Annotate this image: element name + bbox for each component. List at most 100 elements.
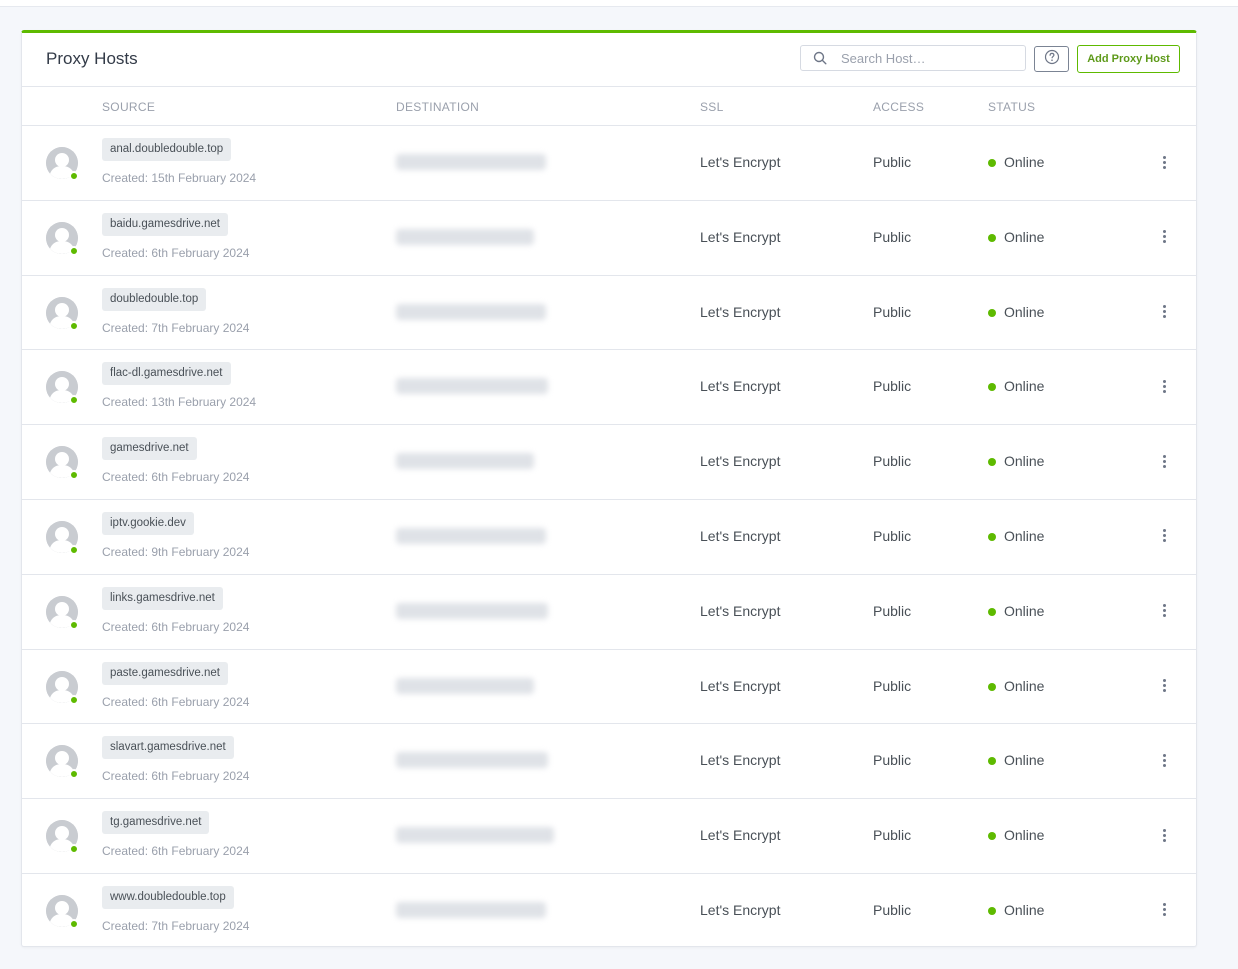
source-domain-tag[interactable]: links.gamesdrive.net <box>102 586 223 610</box>
search-box[interactable] <box>800 45 1026 71</box>
row-actions-button[interactable] <box>1156 225 1172 249</box>
column-header-ssl[interactable]: SSL <box>700 100 724 114</box>
more-vertical-icon <box>1162 604 1166 608</box>
access-level: Public <box>873 901 912 918</box>
access-level: Public <box>873 453 912 470</box>
table-row[interactable]: gamesdrive.net Created: 6th February 202… <box>22 425 1196 500</box>
table-row[interactable]: tg.gamesdrive.net Created: 6th February … <box>22 799 1196 874</box>
online-indicator <box>69 918 79 929</box>
more-vertical-icon-dot <box>1162 758 1166 762</box>
table-row[interactable]: anal.doubledouble.top Created: 15th Febr… <box>22 126 1196 201</box>
more-vertical-icon <box>1162 454 1166 458</box>
ssl-provider: Let's Encrypt <box>700 677 781 694</box>
more-vertical-icon <box>1162 379 1166 383</box>
source-domain-tag[interactable]: flac-dl.gamesdrive.net <box>102 362 231 386</box>
search-icon <box>813 51 827 65</box>
ssl-provider: Let's Encrypt <box>700 228 781 245</box>
created-date: Created: 15th February 2024 <box>102 171 257 185</box>
row-actions-button[interactable] <box>1156 300 1172 324</box>
table-row[interactable]: doubledouble.top Created: 7th February 2… <box>22 276 1196 351</box>
more-vertical-icon <box>1162 828 1166 832</box>
source-domain-tag[interactable]: baidu.gamesdrive.net <box>102 212 228 236</box>
table-row[interactable]: www.doubledouble.top Created: 7th Februa… <box>22 874 1196 949</box>
more-vertical-icon <box>1162 155 1166 159</box>
row-actions-button[interactable] <box>1156 374 1172 398</box>
destination-redacted <box>396 752 548 769</box>
help-button[interactable] <box>1034 46 1069 72</box>
more-vertical-icon-dot <box>1162 235 1166 239</box>
online-indicator <box>69 694 79 705</box>
source-domain-tag[interactable]: tg.gamesdrive.net <box>102 811 210 835</box>
source-domain-tag[interactable]: slavart.gamesdrive.net <box>102 736 234 760</box>
more-vertical-icon <box>1162 903 1166 907</box>
table-row[interactable]: slavart.gamesdrive.net Created: 6th Febr… <box>22 724 1196 800</box>
add-proxy-host-button[interactable]: Add Proxy Host <box>1077 45 1180 73</box>
row-actions-button[interactable] <box>1156 898 1172 922</box>
more-vertical-icon-dot <box>1162 684 1166 688</box>
source-domain-tag[interactable]: paste.gamesdrive.net <box>102 661 228 685</box>
search-input[interactable] <box>841 49 1017 67</box>
row-actions-button[interactable] <box>1156 748 1172 772</box>
status-text: Online <box>1004 453 1045 470</box>
source-domain-tag[interactable]: gamesdrive.net <box>102 437 197 461</box>
created-date: Created: 6th February 2024 <box>102 769 250 784</box>
status-text: Online <box>1004 228 1045 245</box>
more-vertical-icon-dot <box>1162 384 1166 388</box>
online-indicator <box>69 619 79 630</box>
created-date: Created: 6th February 2024 <box>102 694 250 709</box>
source-domain-tag[interactable]: doubledouble.top <box>102 287 207 311</box>
more-vertical-icon-dot <box>1162 609 1166 613</box>
more-vertical-icon-dot <box>1162 908 1166 912</box>
online-indicator <box>69 171 79 181</box>
status-dot <box>988 832 996 841</box>
created-date: Created: 9th February 2024 <box>102 544 250 559</box>
more-vertical-icon-dot <box>1162 614 1166 618</box>
access-level: Public <box>873 527 912 544</box>
ssl-provider: Let's Encrypt <box>700 303 781 320</box>
ssl-provider: Let's Encrypt <box>700 154 781 170</box>
more-vertical-icon-dot <box>1162 913 1166 917</box>
destination-redacted <box>396 453 534 470</box>
status-dot <box>988 233 996 242</box>
row-actions-button[interactable] <box>1156 150 1172 174</box>
destination-redacted <box>396 901 546 918</box>
source-domain-tag[interactable]: iptv.gookie.dev <box>102 511 194 535</box>
row-actions-button[interactable] <box>1156 823 1172 847</box>
more-vertical-icon <box>1162 679 1166 683</box>
table-row[interactable]: paste.gamesdrive.net Created: 6th Februa… <box>22 650 1196 725</box>
table-row[interactable]: baidu.gamesdrive.net Created: 6th Februa… <box>22 201 1196 276</box>
destination-redacted <box>396 677 534 694</box>
row-actions-button[interactable] <box>1156 524 1172 548</box>
ssl-provider: Let's Encrypt <box>700 602 781 619</box>
status-text: Online <box>1004 752 1045 769</box>
source-domain-tag[interactable]: anal.doubledouble.top <box>102 138 232 161</box>
status-text: Online <box>1004 827 1045 844</box>
row-actions-button[interactable] <box>1156 674 1172 698</box>
table-row[interactable]: links.gamesdrive.net Created: 6th Februa… <box>22 575 1196 650</box>
card-header: Proxy Hosts Add Proxy Host <box>22 33 1196 87</box>
proxy-hosts-card: Proxy Hosts Add Proxy Host SOURCE <box>21 30 1197 947</box>
status-text: Online <box>1004 677 1045 694</box>
more-vertical-icon-dot <box>1162 459 1166 463</box>
column-header-status[interactable]: STATUS <box>988 100 1035 114</box>
destination-redacted <box>396 228 534 245</box>
row-actions-button[interactable] <box>1156 599 1172 623</box>
column-header-source[interactable]: SOURCE <box>102 100 155 114</box>
column-header-destination[interactable]: DESTINATION <box>396 100 479 114</box>
status-dot <box>988 682 996 691</box>
column-header-access[interactable]: ACCESS <box>873 100 924 114</box>
access-level: Public <box>873 303 912 320</box>
row-actions-button[interactable] <box>1156 449 1172 473</box>
more-vertical-icon <box>1162 305 1166 309</box>
table-row[interactable]: iptv.gookie.dev Created: 9th February 20… <box>22 500 1196 575</box>
status-dot <box>988 757 996 766</box>
more-vertical-icon-dot <box>1162 315 1166 319</box>
table-row[interactable]: flac-dl.gamesdrive.net Created: 13th Feb… <box>22 350 1196 426</box>
created-date: Created: 6th February 2024 <box>102 245 250 260</box>
more-vertical-icon <box>1162 230 1166 234</box>
more-vertical-icon-dot <box>1162 389 1166 393</box>
more-vertical-icon-dot <box>1162 310 1166 314</box>
destination-redacted <box>396 378 548 395</box>
source-domain-tag[interactable]: www.doubledouble.top <box>102 885 234 909</box>
destination-redacted <box>396 527 546 544</box>
